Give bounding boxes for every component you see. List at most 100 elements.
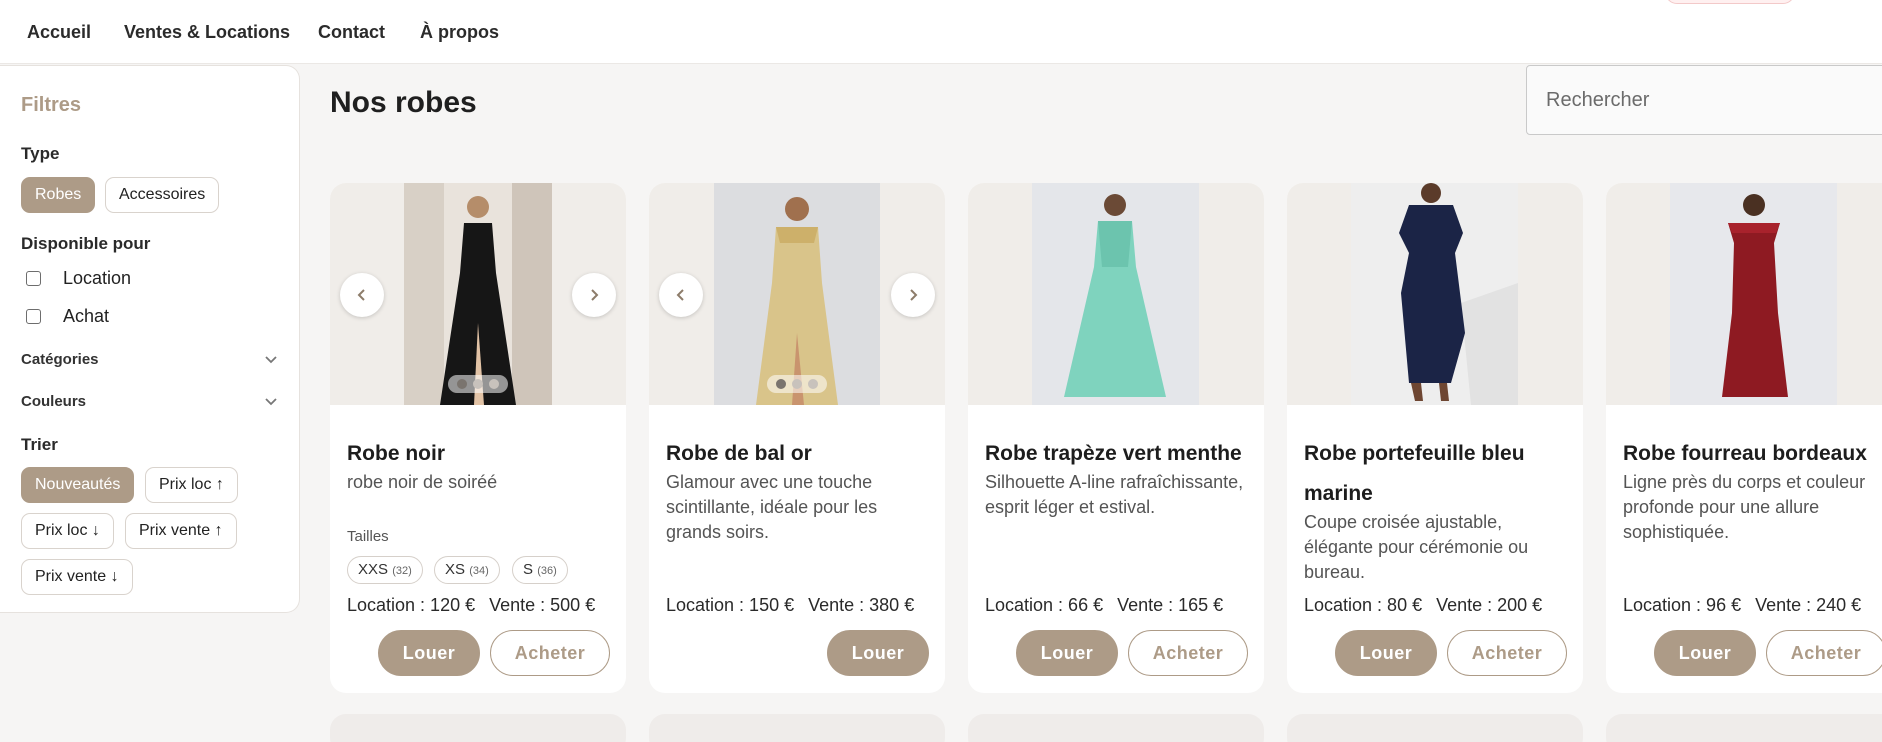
carousel-dot[interactable] xyxy=(808,379,818,389)
product-prices: Location : 80 € Vente : 200 € xyxy=(1304,595,1542,616)
chevron-right-icon xyxy=(591,289,599,301)
product-image-carousel xyxy=(968,183,1264,405)
categories-label: Catégories xyxy=(21,350,99,368)
sort-chip-prix-loc-asc[interactable]: Prix loc ↑ xyxy=(145,467,238,503)
nav-link-accueil[interactable]: Accueil xyxy=(27,22,91,43)
sale-price: Vente : 240 € xyxy=(1755,595,1862,615)
rent-price: Location : 96 € xyxy=(1623,595,1742,615)
buy-button[interactable]: Acheter xyxy=(490,630,610,676)
product-description: Glamour avec une touche scintillante, id… xyxy=(666,472,878,542)
top-navigation: Accueil Ventes & Locations Contact À pro… xyxy=(0,0,1882,64)
rent-price: Location : 120 € xyxy=(347,595,476,615)
carousel-dot[interactable] xyxy=(473,379,483,389)
product-prices: Location : 66 € Vente : 165 € xyxy=(985,595,1223,616)
carousel-dot[interactable] xyxy=(776,379,786,389)
filters-sidebar: Filtres Type Robes Accessoires Disponibl… xyxy=(0,65,300,613)
buy-button[interactable]: Acheter xyxy=(1766,630,1882,676)
product-card-placeholder xyxy=(968,714,1264,742)
product-card: Robe de bal or Glamour avec une touche s… xyxy=(649,183,945,693)
sizes-label: Tailles xyxy=(347,528,389,545)
product-image-carousel xyxy=(1606,183,1882,405)
carousel-prev-button[interactable] xyxy=(340,273,384,317)
buy-button[interactable]: Acheter xyxy=(1447,630,1567,676)
carousel-dots xyxy=(767,375,827,393)
carousel-dot[interactable] xyxy=(457,379,467,389)
sort-chip-prix-vente-desc[interactable]: Prix vente ↓ xyxy=(21,559,133,595)
product-name: Robe portefeuille bleu marine xyxy=(1304,442,1525,505)
checkbox-box[interactable] xyxy=(26,308,41,324)
carousel-next-button[interactable] xyxy=(572,273,616,317)
rent-price: Location : 80 € xyxy=(1304,595,1423,615)
product-card-placeholder xyxy=(330,714,626,742)
product-card-placeholder xyxy=(649,714,945,742)
sale-price: Vente : 380 € xyxy=(808,595,915,615)
product-name: Robe de bal or xyxy=(666,442,812,465)
rent-button[interactable]: Louer xyxy=(1016,630,1118,676)
nav-link-contact[interactable]: Contact xyxy=(318,22,385,43)
product-card: Robe trapèze vert menthe Silhouette A-li… xyxy=(968,183,1264,693)
sort-chip-nouveautes[interactable]: Nouveautés xyxy=(21,467,135,503)
size-label: XXS xyxy=(358,561,389,578)
product-prices: Location : 96 € Vente : 240 € xyxy=(1623,595,1861,616)
product-card: Robe portefeuille bleu marine Coupe croi… xyxy=(1287,183,1583,693)
rent-button[interactable]: Louer xyxy=(1654,630,1756,676)
type-chip-accessoires[interactable]: Accessoires xyxy=(105,177,220,213)
carousel-next-button[interactable] xyxy=(891,273,935,317)
product-description: Ligne près du corps et couleur profonde … xyxy=(1623,472,1866,542)
page-title: Nos robes xyxy=(330,86,477,119)
chevron-left-icon xyxy=(676,289,684,301)
sort-chip-prix-loc-desc[interactable]: Prix loc ↓ xyxy=(21,513,114,549)
product-name: Robe trapèze vert menthe xyxy=(985,442,1242,465)
product-card-placeholder xyxy=(1287,714,1583,742)
chevron-left-icon xyxy=(357,289,365,301)
sort-label: Trier xyxy=(21,435,58,454)
product-card: Robe noir robe noir de soiréé Tailles XX… xyxy=(330,183,626,693)
type-chip-robes[interactable]: Robes xyxy=(21,177,96,213)
product-photo xyxy=(1670,183,1837,405)
rent-price: Location : 66 € xyxy=(985,595,1104,615)
carousel-dot[interactable] xyxy=(489,379,499,389)
carousel-prev-button[interactable] xyxy=(659,273,703,317)
search-input[interactable] xyxy=(1526,65,1882,135)
size-number: (36) xyxy=(537,565,557,577)
product-photo xyxy=(1351,183,1518,405)
product-image-carousel xyxy=(649,183,945,405)
chevron-down-icon xyxy=(265,356,277,364)
product-photo xyxy=(404,183,552,405)
rent-button[interactable]: Louer xyxy=(378,630,480,676)
checkbox-box[interactable] xyxy=(26,270,41,286)
categories-accordion[interactable]: Catégories xyxy=(21,347,279,371)
buy-button[interactable]: Acheter xyxy=(1128,630,1248,676)
availability-location-checkbox[interactable]: Location xyxy=(26,266,131,290)
rent-button[interactable]: Louer xyxy=(827,630,929,676)
nav-link-a-propos[interactable]: À propos xyxy=(420,22,499,43)
product-name: Robe fourreau bordeaux xyxy=(1623,442,1867,465)
sort-chip-prix-vente-asc[interactable]: Prix vente ↑ xyxy=(125,513,237,549)
product-description: robe noir de soiréé xyxy=(347,472,498,492)
carousel-dots xyxy=(448,375,508,393)
checkbox-label: Location xyxy=(63,267,132,288)
nav-link-ventes-locations[interactable]: Ventes & Locations xyxy=(124,22,290,43)
size-chip: XXS (32) xyxy=(347,556,423,584)
size-chip: XS (34) xyxy=(434,556,500,584)
product-prices: Location : 120 € Vente : 500 € xyxy=(347,595,595,616)
colors-accordion[interactable]: Couleurs xyxy=(21,389,279,413)
chevron-right-icon xyxy=(910,289,918,301)
size-label: S xyxy=(523,561,534,578)
product-image-carousel xyxy=(330,183,626,405)
size-number: (32) xyxy=(392,565,412,577)
rent-button[interactable]: Louer xyxy=(1335,630,1437,676)
rent-price: Location : 150 € xyxy=(666,595,795,615)
sale-price: Vente : 165 € xyxy=(1117,595,1224,615)
availability-filter-label: Disponible pour xyxy=(21,234,151,253)
product-card-placeholder xyxy=(1606,714,1882,742)
filters-title: Filtres xyxy=(21,94,82,116)
availability-achat-checkbox[interactable]: Achat xyxy=(26,304,109,328)
sale-price: Vente : 500 € xyxy=(489,595,596,615)
product-description: Coupe croisée ajustable, élégante pour c… xyxy=(1304,512,1529,582)
product-image-carousel xyxy=(1287,183,1583,405)
product-photo xyxy=(714,183,880,405)
type-filter-label: Type xyxy=(21,144,60,163)
header-account-button[interactable] xyxy=(1665,0,1795,4)
carousel-dot[interactable] xyxy=(792,379,802,389)
